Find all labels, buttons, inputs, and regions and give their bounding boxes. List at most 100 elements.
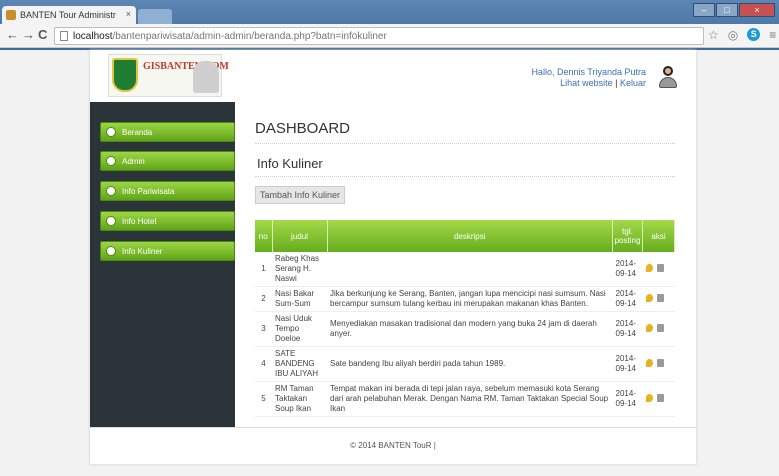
address-bar[interactable]: localhost/bantenpariwisata/admin-admin/b…	[54, 27, 704, 45]
reload-icon[interactable]: C	[38, 28, 47, 42]
edit-icon[interactable]	[645, 293, 653, 302]
cell-no: 5	[255, 381, 272, 417]
cell-tgl: 2014-09-14	[612, 286, 643, 312]
sidebar-item-label: Beranda	[122, 128, 153, 137]
table-row: 3 Nasi Uduk Tempo Doeloe Menyediakan mas…	[255, 311, 675, 347]
bullet-icon	[106, 186, 116, 196]
greeting: Hallo, Dennis Triyanda Putra	[531, 67, 646, 77]
edit-icon[interactable]	[645, 358, 653, 367]
cell-deskripsi: Sate bandeng Ibu aliyah berdiri pada tah…	[327, 346, 613, 382]
cell-tgl: 2014-09-14	[612, 252, 643, 287]
close-window-icon[interactable]: ×	[739, 3, 775, 17]
col-header-aksi: aksi	[642, 220, 675, 252]
user-box: Hallo, Dennis Triyanda Putra Lihat websi…	[531, 67, 646, 89]
avatar	[658, 66, 678, 88]
divider	[255, 176, 675, 177]
skype-icon[interactable]: S	[747, 28, 761, 41]
sidebar-item-label: Info Kuliner	[122, 247, 163, 256]
delete-icon[interactable]	[656, 263, 664, 272]
avatar-body	[659, 77, 677, 88]
cell-tgl: 2014-09-14	[612, 311, 643, 347]
cell-judul: RM Taman Taktakan Soup Ikan	[272, 381, 327, 417]
sidebar-item-admin[interactable]: Admin	[100, 151, 235, 171]
table-row: 1 Rabeg Khas Serang H. Naswi 2014-09-14	[255, 252, 675, 287]
cell-aksi	[642, 311, 675, 347]
col-header-tgl-posting: tgl. posting	[612, 220, 643, 252]
cell-judul: Rabeg Khas Serang H. Naswi	[272, 252, 327, 287]
maximize-icon[interactable]: □	[716, 3, 738, 17]
sidebar-item-label: Info Pariwisata	[122, 187, 175, 196]
edit-icon[interactable]	[645, 323, 653, 332]
cell-aksi	[642, 381, 675, 417]
bullet-icon	[106, 216, 116, 226]
cell-deskripsi: Menyediakan masakan tradisional dan mode…	[327, 311, 613, 347]
tab-title: BANTEN Tour Administr	[20, 10, 116, 20]
cell-deskripsi: Tempat makan ini berada di tepi jalan ra…	[327, 381, 613, 417]
admin-page: GISBANTEN.COM Hallo, Dennis Triyanda Put…	[90, 50, 696, 464]
sidebar: Beranda Admin Info Pariwisata Info Hotel…	[90, 102, 235, 427]
kuliner-table: no judul deskripsi tgl. posting aksi 1 R…	[255, 220, 675, 417]
table-row: 5 RM Taman Taktakan Soup Ikan Tempat mak…	[255, 381, 675, 417]
edit-icon[interactable]	[645, 263, 653, 272]
sidebar-item-info-kuliner[interactable]: Info Kuliner	[100, 241, 235, 261]
avatar-head	[663, 66, 673, 76]
section-title: Info Kuliner	[257, 156, 323, 171]
delete-icon[interactable]	[656, 293, 664, 302]
view-website-link[interactable]: Lihat website	[560, 78, 613, 88]
bullet-icon	[106, 127, 116, 137]
col-header-judul: judul	[272, 220, 328, 252]
site-logo[interactable]: GISBANTEN.COM	[108, 54, 229, 97]
url-path: /bantenpariwisata/admin-admin/beranda.ph…	[112, 31, 387, 42]
cell-tgl: 2014-09-14	[612, 381, 643, 417]
browser-tab[interactable]: BANTEN Tour Administr ×	[2, 6, 136, 24]
edit-icon[interactable]	[645, 393, 653, 402]
cell-judul: Nasi Uduk Tempo Doeloe	[272, 311, 327, 347]
delete-icon[interactable]	[656, 358, 664, 367]
site-header: GISBANTEN.COM Hallo, Dennis Triyanda Put…	[90, 50, 696, 102]
new-tab-button[interactable]	[138, 9, 172, 24]
favicon-icon	[6, 10, 16, 20]
cell-no: 4	[255, 346, 272, 382]
cell-no: 2	[255, 286, 272, 312]
table-row: 2 Nasi Bakar Sum-Sum Jika berkunjung ke …	[255, 286, 675, 312]
banten-seal-icon	[112, 58, 138, 92]
site-footer: © 2014 BANTEN TouR |	[90, 427, 696, 464]
bookmark-star-icon[interactable]: ☆	[708, 28, 719, 42]
cell-deskripsi	[327, 252, 613, 287]
page-title: DASHBOARD	[255, 120, 351, 137]
tab-close-icon[interactable]: ×	[126, 9, 131, 19]
divider	[255, 143, 675, 144]
sidebar-item-info-pariwisata[interactable]: Info Pariwisata	[100, 181, 235, 201]
page-icon	[60, 31, 68, 41]
delete-icon[interactable]	[656, 323, 664, 332]
sidebar-item-label: Info Hotel	[122, 217, 157, 226]
url-host: localhost	[73, 31, 113, 42]
col-header-no: no	[255, 220, 273, 252]
bullet-icon	[106, 246, 116, 256]
table-header-row: no judul deskripsi tgl. posting aksi	[255, 220, 675, 252]
col-header-deskripsi: deskripsi	[327, 220, 613, 252]
sidebar-item-info-hotel[interactable]: Info Hotel	[100, 211, 235, 231]
forward-icon[interactable]: →	[22, 28, 35, 42]
sidebar-item-label: Admin	[122, 157, 145, 166]
minimize-icon[interactable]: –	[693, 3, 715, 17]
logout-link[interactable]: Keluar	[620, 78, 646, 88]
menu-icon[interactable]: ≡	[769, 28, 776, 42]
browser-toolbar: ← → C localhost/bantenpariwisata/admin-a…	[0, 24, 779, 48]
sidebar-item-beranda[interactable]: Beranda	[100, 122, 235, 142]
bullet-icon	[106, 156, 116, 166]
cell-no: 3	[255, 311, 272, 347]
back-icon[interactable]: ←	[6, 28, 19, 42]
extension-icon[interactable]: ◎	[728, 28, 738, 42]
cell-tgl: 2014-09-14	[612, 346, 643, 382]
logo-figure-icon	[193, 61, 219, 93]
cell-no: 1	[255, 252, 272, 287]
window-controls: – □ ×	[693, 3, 775, 17]
cell-aksi	[642, 346, 675, 382]
cell-deskripsi: Jika berkunjung ke Serang, Banten, janga…	[327, 286, 613, 312]
delete-icon[interactable]	[656, 393, 664, 402]
cell-aksi	[642, 286, 675, 312]
link-separator: |	[615, 78, 618, 88]
add-kuliner-button[interactable]: Tambah Info Kuliner	[255, 186, 346, 204]
cell-judul: Nasi Bakar Sum-Sum	[272, 286, 327, 312]
